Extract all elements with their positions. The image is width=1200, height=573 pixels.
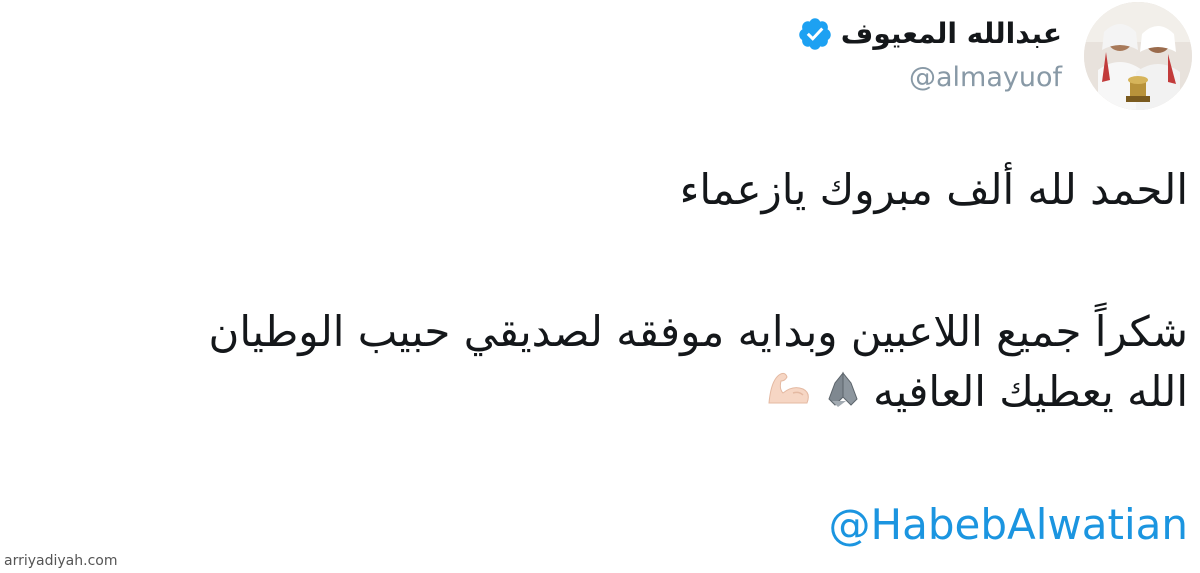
- folded-hands-icon: [821, 365, 865, 425]
- avatar[interactable]: [1084, 2, 1192, 110]
- mention-link[interactable]: @HabebAlwatian: [829, 500, 1188, 549]
- tweet-text-paragraph-2: شكراً جميع اللاعبين وبدايه موفقه لصديقي …: [28, 302, 1188, 425]
- tweet-text: الله يعطيك العافيه: [873, 367, 1188, 416]
- tweet-text: الحمد لله ألف مبروك يازعماء: [679, 165, 1188, 214]
- watermark: arriyadiyah.com: [4, 553, 118, 569]
- verified-badge-icon: [797, 16, 833, 52]
- tweet-text-row-3: الله يعطيك العافيه: [28, 362, 1188, 425]
- name-row: عبدالله المعيوف: [797, 16, 1062, 52]
- display-name[interactable]: عبدالله المعيوف: [841, 17, 1062, 51]
- author-handle[interactable]: @almayuof: [909, 62, 1062, 93]
- flexed-biceps-icon: [763, 365, 813, 425]
- tweet-text: شكراً جميع اللاعبين وبدايه موفقه لصديقي …: [208, 307, 1188, 356]
- tweet-card: عبدالله المعيوف @almayuof الحمد لله ألف …: [0, 0, 1200, 573]
- author-identity: عبدالله المعيوف @almayuof: [797, 16, 1062, 93]
- avatar-photo-icon: [1084, 2, 1192, 110]
- tweet-text-line-1: الحمد لله ألف مبروك يازعماء: [28, 160, 1188, 220]
- tweet-header: عبدالله المعيوف @almayuof: [797, 2, 1192, 112]
